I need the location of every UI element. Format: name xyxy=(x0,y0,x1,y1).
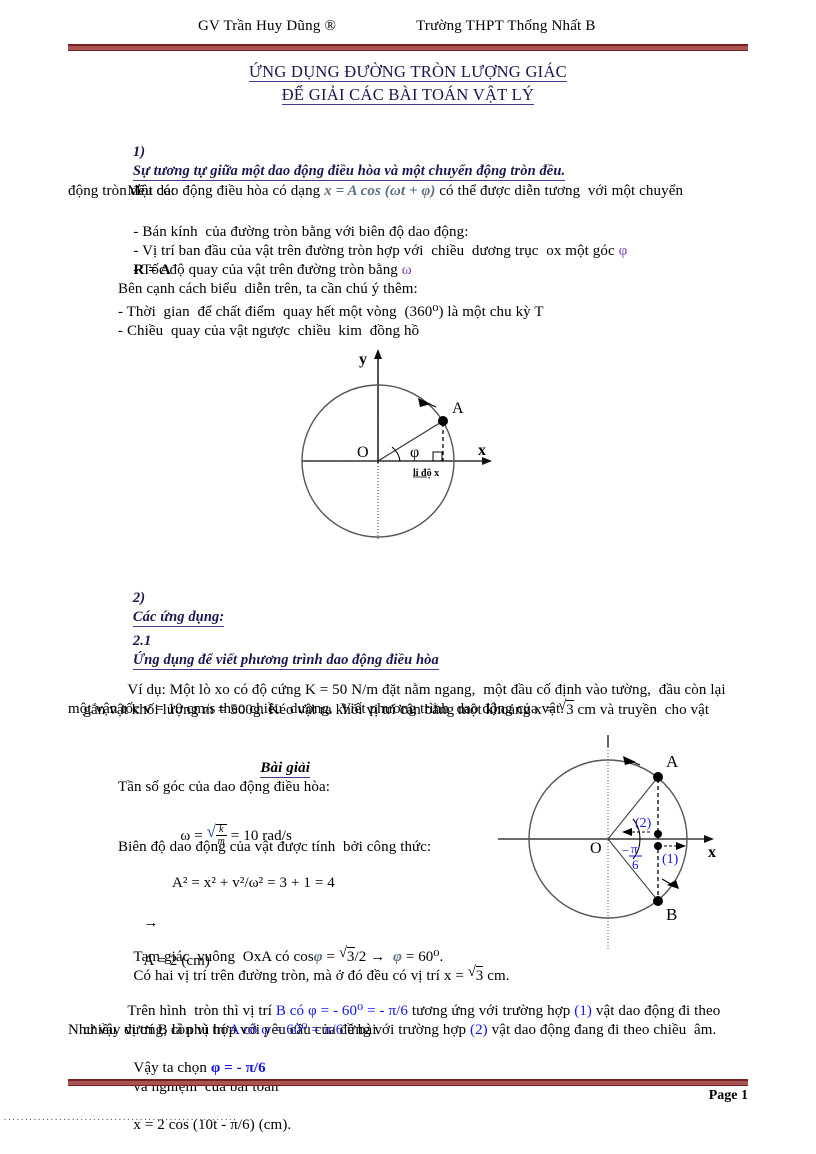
intro-formula: x = A cos (ωt + φ) xyxy=(324,183,436,199)
header-divider xyxy=(68,44,748,51)
figure-2-point-b-label: B xyxy=(666,905,677,924)
intro-text-b: có thể được diễn tương với một chuyển xyxy=(435,183,684,199)
document-page: GV Trần Huy Dũng ® Trường THPT Thống Nhấ… xyxy=(0,0,816,1133)
concl-2-case-2: (2) xyxy=(469,1022,488,1038)
figure-1-origin-label: O xyxy=(357,444,369,461)
figure-trig-circle-1: y x O φ A li độ x xyxy=(300,345,530,550)
footer-dots: ........................................… xyxy=(4,1112,238,1122)
bullet-angular-speed-text: - Tốc độ quay của vật trên đường tròn bằ… xyxy=(133,262,402,278)
figure-2-origin-label: O xyxy=(590,840,602,857)
figure-1-point-a-label: A xyxy=(452,400,464,417)
header-school: Trường THPT Thống Nhất B xyxy=(416,18,596,34)
step-4-b: cm. xyxy=(483,968,510,984)
note-period: - Thời gian để chất điểm quay hết một vò… xyxy=(118,304,544,320)
figure-2-angle-numerator: π xyxy=(631,841,638,856)
figure-1-svg: y x O φ A li độ x xyxy=(301,349,492,541)
conclusion-line-3: Như vậy vị trí B là phù hợp với yêu cầu … xyxy=(68,1022,381,1038)
title-line-2: ĐỂ GIẢI CÁC BÀI TOÁN VẬT LÝ xyxy=(281,85,535,105)
final-answer-line: và nghiệm của bài toán x = 2 cos (10t - … xyxy=(118,1059,291,1154)
figure-2-angle-sign: − xyxy=(622,843,629,858)
figure-trig-circle-2: A B O x (2) (1) − π 6 xyxy=(490,735,742,960)
figure-2-case-2-label: (2) xyxy=(635,816,652,831)
footer-divider xyxy=(68,1079,748,1086)
section-1-intro-cont: động tròn đều có: xyxy=(68,183,176,199)
figure-2-svg: A B O x (2) (1) − π 6 xyxy=(498,735,716,951)
figure-1-x-label: x xyxy=(478,442,486,459)
example-line-3: một vận tốc v = 10 cm/s theo chiều dương… xyxy=(68,701,565,717)
omega-symbol: ω xyxy=(401,262,412,278)
note-intro: Bên cạnh cách biểu diễn trên, ta cần chú… xyxy=(118,281,418,297)
step-2-formula: A² = x² + v²/ω² = 3 + 1 = 4 xyxy=(172,875,335,891)
page-number: Page 1 xyxy=(708,1088,748,1103)
figure-2-point-a-label: A xyxy=(666,752,679,771)
figure-2-case-1-label: (1) xyxy=(662,852,679,867)
figure-2-x-label: x xyxy=(708,844,716,861)
figure-1-angle-label: φ xyxy=(410,444,419,461)
header-author: GV Trần Huy Dũng ® xyxy=(198,18,337,34)
solution-label-text: Bài giải xyxy=(260,760,310,778)
title-line-1: ỨNG DỤNG ĐƯỜNG TRÒN LƯỢNG GIÁC xyxy=(249,62,567,82)
section-1-number: 1) xyxy=(132,144,146,160)
phi-symbol: φ xyxy=(618,243,628,259)
concl-2-c: vật dao động đang đi theo chiều âm. xyxy=(487,1022,717,1038)
step-1-formula: ω = km = 10 rad/s xyxy=(165,805,292,867)
figure-1-y-label: y xyxy=(359,351,367,368)
step-1-label: Tần số góc của dao động điều hòa: xyxy=(118,779,330,795)
document-header: GV Trần Huy Dũng ® Trường THPT Thống Nhấ… xyxy=(68,18,748,40)
page-title: ỨNG DỤNG ĐƯỜNG TRÒN LƯỢNG GIÁC ĐỂ GIẢI C… xyxy=(0,62,816,105)
note-direction: - Chiều quay của vật ngược chiều kim đồn… xyxy=(118,323,420,339)
step-2-label: Biên độ dao động của vật được tính bởi c… xyxy=(118,839,432,855)
step-4-a: Có hai vị trí trên đường tròn, mà ở đó đ… xyxy=(133,968,468,984)
figure-2-angle-denominator: 6 xyxy=(632,857,639,872)
section-2-number: 2) xyxy=(132,590,146,606)
section-2-1-number: 2.1 xyxy=(132,633,152,649)
